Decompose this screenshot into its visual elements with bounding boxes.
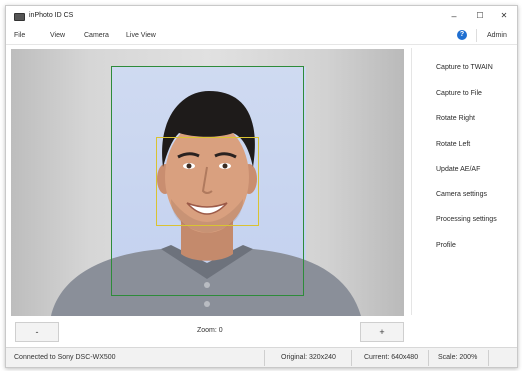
face-detection-frame [156,137,259,226]
zoom-level: Zoom: 0 [197,327,223,334]
status-divider [488,350,489,366]
menu-file[interactable]: File [14,32,25,39]
update-ae-af-button[interactable]: Update AE/AF [436,166,480,173]
current-resolution: Current: 640x480 [364,354,419,361]
capture-to-file-button[interactable]: Capture to File [436,90,482,97]
status-divider [351,350,352,366]
live-view-area[interactable] [11,49,404,316]
app-window: inPhoto ID CS – ☐ ✕ File View Camera Liv… [5,5,518,368]
zoom-in-button[interactable]: + [360,322,404,342]
scale-value: Scale: 200% [438,354,478,361]
profile-button[interactable]: Profile [436,242,456,249]
processing-settings-button[interactable]: Processing settings [436,216,497,223]
title-bar: inPhoto ID CS – ☐ ✕ [6,6,517,26]
action-sidebar: Capture to TWAIN Capture to File Rotate … [411,48,517,315]
connection-status: Connected to Sony DSC-WX500 [14,354,116,361]
maximize-button[interactable]: ☐ [469,9,491,23]
capture-to-twain-button[interactable]: Capture to TWAIN [436,64,493,71]
close-button[interactable]: ✕ [493,9,515,23]
camera-app-icon [14,13,25,21]
help-icon[interactable]: ? [457,30,467,40]
rotate-left-button[interactable]: Rotate Left [436,141,470,148]
menu-bar: File View Camera Live View ? Admin [6,27,517,45]
status-divider [428,350,429,366]
original-resolution: Original: 320x240 [281,354,336,361]
menu-view[interactable]: View [50,32,65,39]
camera-settings-button[interactable]: Camera settings [436,191,487,198]
status-divider [264,350,265,366]
zoom-out-button[interactable]: - [15,322,59,342]
menu-live-view[interactable]: Live View [126,32,156,39]
menu-camera[interactable]: Camera [84,32,109,39]
menu-divider [476,29,477,42]
zoom-bar: - Zoom: 0 + [11,319,404,344]
status-bar: Connected to Sony DSC-WX500 Original: 32… [6,347,517,367]
window-title: inPhoto ID CS [29,12,74,19]
admin-button[interactable]: Admin [487,32,507,39]
minimize-button[interactable]: – [443,9,465,23]
rotate-right-button[interactable]: Rotate Right [436,115,475,122]
